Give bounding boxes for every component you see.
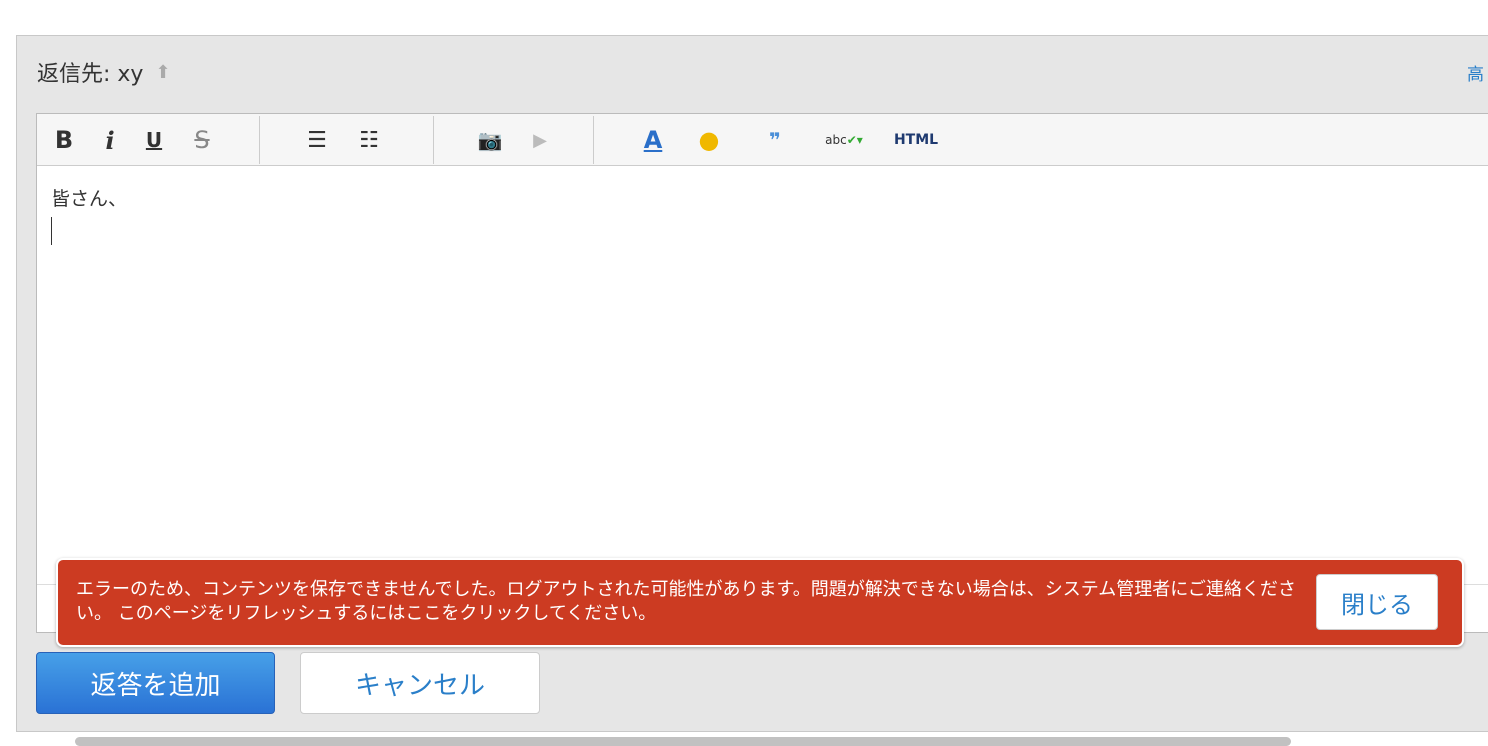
html-button[interactable]: HTML xyxy=(891,122,941,158)
editor-text: 皆さん、 xyxy=(51,188,128,210)
editor-toolbar: B i U S ☰ ☷ 📷 ▶ A ● ❞ abc ✔▾ HTML xyxy=(37,114,1488,166)
quote-icon[interactable]: ❞ xyxy=(757,122,793,158)
insert-image-icon[interactable]: 📷 xyxy=(473,122,507,158)
advanced-link[interactable]: 高 xyxy=(1467,60,1484,85)
close-button[interactable]: 閉じる xyxy=(1316,574,1438,630)
bullet-list-icon[interactable]: ☰ xyxy=(299,122,335,158)
insert-video-icon[interactable]: ▶ xyxy=(523,122,557,158)
underline-button[interactable]: U xyxy=(139,122,169,158)
horizontal-scrollbar[interactable] xyxy=(75,737,1291,746)
reply-to-label: 返信先: xy xyxy=(37,62,144,87)
editor-content[interactable]: 皆さん、 xyxy=(37,166,1488,263)
bold-button[interactable]: B xyxy=(49,122,79,158)
error-notification: エラーのため、コンテンツを保存できませんでした。ログアウトされた可能性があります… xyxy=(56,558,1464,647)
cancel-button[interactable]: キャンセル xyxy=(300,652,540,714)
reply-header: 返信先: xy ⬆ xyxy=(37,56,175,88)
italic-button[interactable]: i xyxy=(95,122,125,158)
add-reply-button[interactable]: 返答を追加 xyxy=(36,652,275,714)
strikethrough-button[interactable]: S xyxy=(187,122,217,158)
spellcheck-label: abc xyxy=(825,133,847,147)
numbered-list-icon[interactable]: ☷ xyxy=(351,122,387,158)
spellcheck-button[interactable]: abc ✔▾ xyxy=(809,122,879,158)
text-caret xyxy=(51,217,52,245)
up-arrow-icon[interactable]: ⬆ xyxy=(155,62,175,83)
font-color-icon[interactable]: A xyxy=(633,122,673,158)
rich-text-editor: B i U S ☰ ☷ 📷 ▶ A ● ❞ abc ✔▾ HTML 皆さん、 xyxy=(36,113,1488,633)
error-message[interactable]: エラーのため、コンテンツを保存できませんでした。ログアウトされた可能性があります… xyxy=(76,578,1296,626)
emoji-icon[interactable]: ● xyxy=(689,122,729,158)
